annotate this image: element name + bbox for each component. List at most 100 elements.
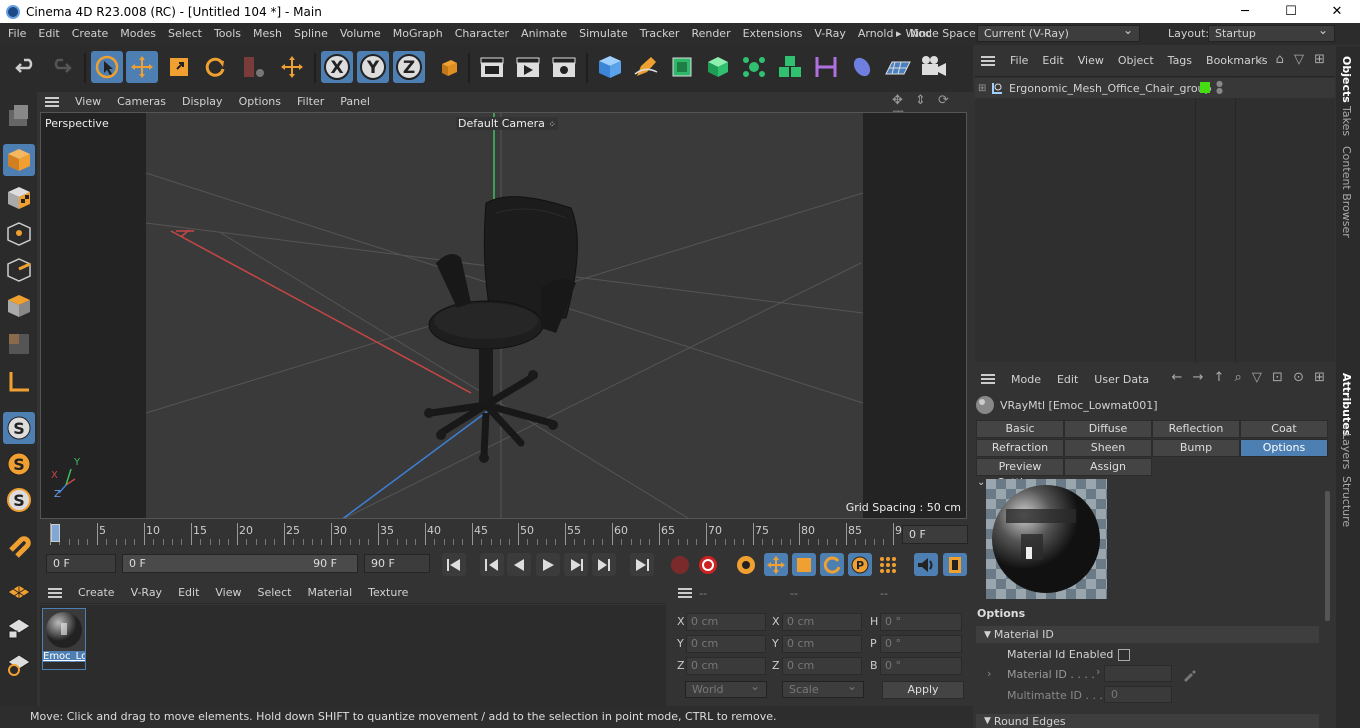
menu-arnold[interactable]: Arnold: [852, 23, 900, 45]
field-button[interactable]: [846, 51, 878, 83]
attribute-scrollbar[interactable]: [1325, 491, 1330, 621]
record-keys-button[interactable]: [668, 553, 692, 576]
deformer-button[interactable]: [810, 51, 842, 83]
tab-refraction[interactable]: Refraction: [976, 439, 1064, 457]
menu-file[interactable]: File: [0, 23, 32, 45]
tab-takes[interactable]: Takes: [1340, 106, 1353, 136]
material-id-value-arrow-icon[interactable]: ›: [1096, 665, 1100, 678]
cube-object-button[interactable]: [594, 51, 626, 83]
mograph-button[interactable]: [774, 51, 806, 83]
scale-dropdown[interactable]: Scale: [782, 679, 864, 698]
live-selection-button[interactable]: [91, 51, 123, 83]
next-key-button[interactable]: [592, 553, 616, 576]
menu-edit[interactable]: Edit: [32, 23, 65, 45]
tab-layers[interactable]: Layers: [1340, 433, 1353, 469]
planar-workplane-button[interactable]: [3, 648, 35, 680]
workplane-button[interactable]: [3, 576, 35, 608]
texture-mode-button[interactable]: [3, 182, 35, 214]
close-button[interactable]: ✕: [1314, 0, 1360, 23]
tab-sheen[interactable]: Sheen: [1064, 439, 1152, 457]
menu-render[interactable]: Render: [685, 23, 736, 45]
tab-assign[interactable]: Assign: [1064, 458, 1152, 476]
coord-field[interactable]: 0 cm: [782, 635, 862, 653]
x-axis-lock-button[interactable]: X: [321, 51, 353, 83]
attribute-menu-user-data[interactable]: User Data: [1086, 373, 1157, 386]
object-row[interactable]: ⊞ Ergonomic_Mesh_Office_Chair_group ● ●: [975, 78, 1335, 98]
go-to-end-button[interactable]: [630, 553, 654, 576]
coord-field[interactable]: 0 cm: [782, 613, 862, 631]
play-button[interactable]: [536, 553, 560, 576]
viewport-menu-panel[interactable]: Panel: [332, 92, 378, 111]
key-scale-button[interactable]: [792, 553, 816, 576]
maximize-button[interactable]: ☐: [1268, 0, 1314, 23]
material-menu-v-ray[interactable]: V-Ray: [123, 582, 171, 604]
menu-create[interactable]: Create: [66, 23, 115, 45]
end-frame-field[interactable]: 90 F: [364, 554, 430, 573]
coord-field[interactable]: 0 °: [880, 635, 962, 653]
snap-button[interactable]: S: [3, 412, 35, 444]
rotate-button[interactable]: [199, 51, 231, 83]
tab-coat[interactable]: Coat: [1240, 420, 1328, 438]
menu-volume[interactable]: Volume: [334, 23, 387, 45]
multimatte-id-field[interactable]: 0: [1104, 686, 1172, 703]
tab-reflection[interactable]: Reflection: [1152, 420, 1240, 438]
menu-mesh[interactable]: Mesh: [247, 23, 288, 45]
polygon-mode-button[interactable]: [3, 290, 35, 322]
material-menu-create[interactable]: Create: [70, 582, 123, 604]
attribute-menu-mode[interactable]: Mode: [1003, 373, 1049, 386]
sound-button[interactable]: [914, 553, 938, 576]
object-menu-edit[interactable]: Edit: [1035, 46, 1070, 76]
film-button[interactable]: [943, 553, 967, 576]
layer-color-icon[interactable]: [1200, 82, 1210, 93]
frame-range-slider[interactable]: 0 F 90 F: [122, 554, 358, 573]
viewport-menu-icon[interactable]: [45, 96, 59, 107]
point-mode-button[interactable]: [3, 218, 35, 250]
material-id-group-header[interactable]: ▼ Material ID: [976, 626, 1319, 643]
start-frame-field[interactable]: 0 F: [46, 554, 116, 573]
redo-button[interactable]: [45, 51, 77, 83]
node-space-dropdown[interactable]: Current (V-Ray): [977, 23, 1140, 42]
key-rotation-button[interactable]: [820, 553, 844, 576]
menu-mograph[interactable]: MoGraph: [387, 23, 449, 45]
timeline-ruler[interactable]: 051015202530354045505560657075808590 0 F: [40, 521, 970, 549]
material-menu-view[interactable]: View: [207, 582, 249, 604]
undo-button[interactable]: [10, 51, 42, 83]
viewport-menu-display[interactable]: Display: [174, 92, 231, 111]
attribute-menu-icon[interactable]: [981, 374, 995, 384]
material-id-arrow-icon[interactable]: ›: [987, 667, 991, 680]
coord-field[interactable]: 0 cm: [686, 613, 766, 631]
locked-workplane-button[interactable]: [3, 612, 35, 644]
material-menu-icon[interactable]: [48, 587, 62, 598]
viewport-menu-filter[interactable]: Filter: [289, 92, 332, 111]
camera-button[interactable]: [918, 51, 950, 83]
visibility-dots-icon[interactable]: ● ●: [1216, 80, 1223, 95]
next-frame-button[interactable]: [564, 553, 588, 576]
object-menu-tags[interactable]: Tags: [1161, 46, 1199, 76]
menu-modes[interactable]: Modes: [114, 23, 162, 45]
uv-mode-button[interactable]: [3, 328, 35, 360]
expand-toggle-icon[interactable]: ⊞: [978, 83, 988, 94]
coord-field[interactable]: 0 °: [880, 657, 962, 675]
y-axis-lock-button[interactable]: Y: [357, 51, 389, 83]
material-swatch[interactable]: Emoc_Lo: [42, 608, 86, 670]
menu-overflow-icon[interactable]: ▸: [896, 23, 902, 45]
make-editable-button[interactable]: [3, 99, 35, 131]
key-point-level-button[interactable]: [876, 553, 900, 576]
material-menu-edit[interactable]: Edit: [170, 582, 207, 604]
z-axis-lock-button[interactable]: Z: [393, 51, 425, 83]
cloner-button[interactable]: [738, 51, 770, 83]
menu-simulate[interactable]: Simulate: [573, 23, 634, 45]
tab-attributes[interactable]: Attributes: [1340, 373, 1353, 436]
minimize-button[interactable]: ─: [1222, 0, 1268, 23]
coord-field[interactable]: 0 cm: [782, 657, 862, 675]
previous-frame-button[interactable]: [507, 553, 531, 576]
material-id-field[interactable]: [1104, 665, 1172, 682]
coord-field[interactable]: 0 cm: [686, 635, 766, 653]
axis-mode-button[interactable]: [3, 366, 35, 398]
viewport-menu-options[interactable]: Options: [231, 92, 289, 111]
world-dropdown[interactable]: World: [685, 679, 767, 698]
floor-button[interactable]: [882, 51, 914, 83]
coord-field[interactable]: 0 °: [880, 613, 962, 631]
tab-options[interactable]: Options: [1240, 439, 1328, 457]
extrude-button[interactable]: [702, 51, 734, 83]
